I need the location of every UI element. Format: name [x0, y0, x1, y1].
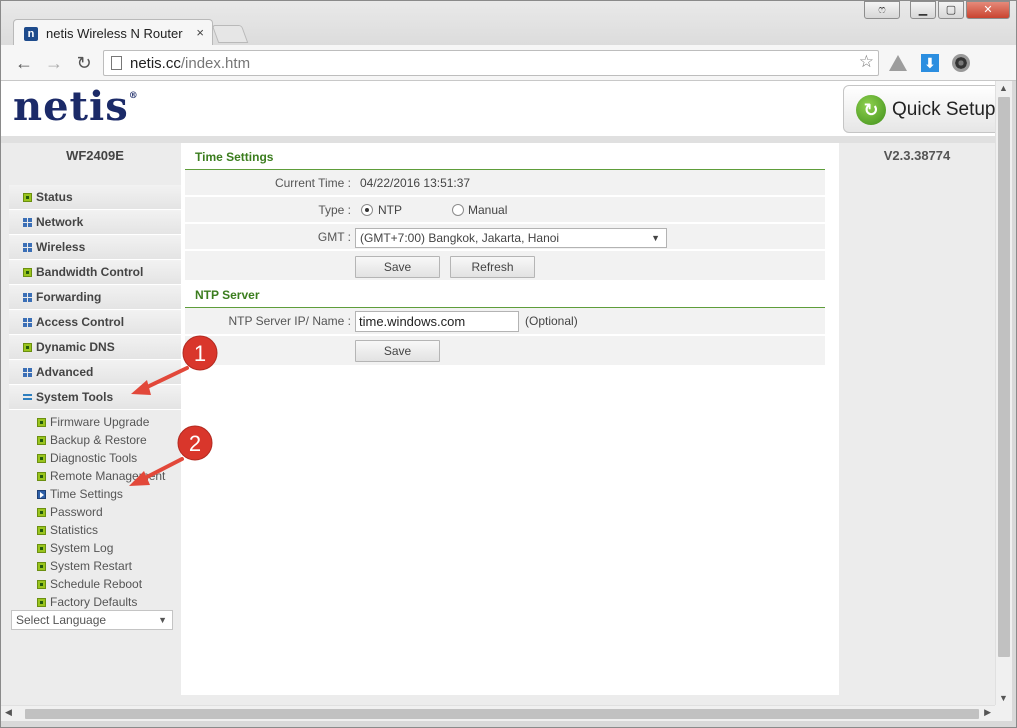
annotation-arrowhead-2 [129, 471, 150, 486]
annotation-arrow-2 [141, 457, 184, 481]
annotation-marker-1: 1 [131, 335, 218, 395]
browser-toolbar: ← → ↻ netis.cc/index.htm ☆ ⬇ ≡ [1, 45, 1016, 81]
address-bar[interactable]: netis.cc/index.htm ☆ [103, 50, 879, 76]
tab-close-icon[interactable]: × [196, 25, 204, 40]
reload-icon[interactable]: ↻ [73, 52, 95, 74]
browser-window: n netis Wireless N Router × ෆ ▁ ▢ ✕ ← → … [0, 0, 1017, 728]
horizontal-scrollbar[interactable]: ◀ ▶ [1, 705, 995, 721]
netis-favicon-icon: n [24, 27, 38, 41]
download-extension-icon[interactable]: ⬇ [921, 54, 939, 72]
scroll-right-icon[interactable]: ▶ [984, 707, 991, 718]
drive-extension-icon[interactable] [889, 55, 907, 71]
page-icon [111, 56, 122, 70]
scroll-up-icon[interactable]: ▲ [999, 83, 1008, 93]
url-path: /index.htm [180, 55, 251, 72]
vertical-scroll-thumb[interactable] [998, 97, 1010, 657]
annotation-arrowhead-1 [131, 380, 151, 395]
new-tab-button[interactable] [211, 25, 249, 43]
vertical-scrollbar[interactable]: ▲ ▼ [995, 81, 1012, 705]
film-reel-extension-icon[interactable] [952, 54, 970, 72]
scroll-down-icon[interactable]: ▼ [999, 693, 1008, 703]
annotation-number-1: 1 [194, 341, 206, 366]
back-icon[interactable]: ← [13, 52, 35, 74]
scrollbar-corner [995, 705, 1012, 721]
window-controls: ෆ ▁ ▢ ✕ [864, 1, 1010, 19]
horizontal-scroll-thumb[interactable] [25, 709, 979, 719]
maximize-button[interactable]: ▢ [938, 1, 964, 19]
annotation-arrow-1 [141, 366, 189, 391]
forward-icon[interactable]: → [43, 52, 65, 74]
bookmark-star-icon[interactable]: ☆ [859, 52, 874, 72]
minimize-button[interactable]: ▁ [910, 1, 936, 19]
annotation-number-2: 2 [189, 431, 201, 456]
url-text: netis.cc/index.htm [130, 55, 250, 72]
annotation-overlay: 1 2 [129, 335, 218, 486]
browser-tab[interactable]: n netis Wireless N Router × [13, 19, 213, 47]
title-bar: n netis Wireless N Router × ෆ ▁ ▢ ✕ [1, 1, 1016, 47]
page-viewport: netis® ↻ Quick Setup WF2409E Status Netw… [1, 81, 999, 705]
scroll-left-icon[interactable]: ◀ [5, 707, 12, 718]
url-host: netis.cc [130, 55, 181, 72]
user-badge-icon[interactable]: ෆ [864, 1, 900, 19]
close-button[interactable]: ✕ [966, 1, 1010, 19]
tab-title: netis Wireless N Router [46, 26, 183, 41]
annotation-marker-2: 2 [129, 425, 213, 486]
